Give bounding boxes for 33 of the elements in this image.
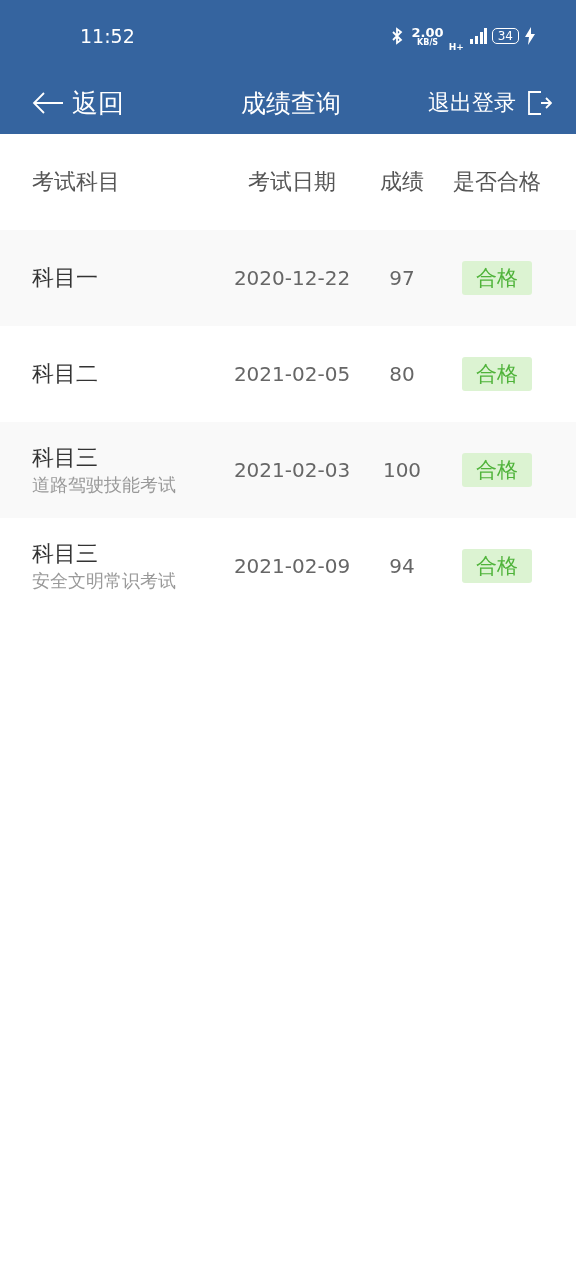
subject-name: 科目三: [32, 444, 99, 472]
logout-button[interactable]: 退出登录: [428, 88, 552, 118]
network-type: H+: [448, 42, 464, 52]
result-badge: 合格: [462, 261, 532, 295]
back-arrow-icon: [32, 91, 64, 115]
signal-icon: [468, 27, 487, 45]
result-badge: 合格: [462, 453, 532, 487]
subject-name: 科目一: [32, 264, 99, 292]
column-header: 考试科目: [32, 168, 121, 196]
column-header: 考试日期: [247, 168, 337, 196]
page-title: 成绩查询: [241, 87, 341, 120]
subject-name: 科目三: [32, 540, 99, 568]
logout-icon: [526, 90, 552, 116]
network-speed: 2.00: [411, 25, 444, 39]
exam-score: 80: [388, 362, 416, 386]
exam-date: 2021-02-03: [232, 458, 352, 482]
back-button[interactable]: 返回: [32, 85, 124, 121]
exam-date: 2021-02-05: [232, 362, 352, 386]
column-header: 是否合格: [452, 168, 542, 196]
subject-detail: 道路驾驶技能考试: [32, 473, 177, 497]
exam-score: 100: [381, 458, 423, 482]
battery-level: 34: [491, 28, 519, 44]
subject-detail: 安全文明常识考试: [32, 569, 177, 593]
subject-name: 科目二: [32, 360, 99, 388]
exam-date: 2021-02-09: [232, 554, 352, 578]
exam-date: 2020-12-22: [232, 266, 352, 290]
exam-score: 97: [388, 266, 416, 290]
column-header: 成绩: [379, 168, 425, 196]
status-time: 11:52: [80, 25, 135, 47]
result-badge: 合格: [462, 549, 532, 583]
speed-unit: KB/S: [417, 38, 439, 47]
result-badge: 合格: [462, 357, 532, 391]
exam-score: 94: [388, 554, 416, 578]
